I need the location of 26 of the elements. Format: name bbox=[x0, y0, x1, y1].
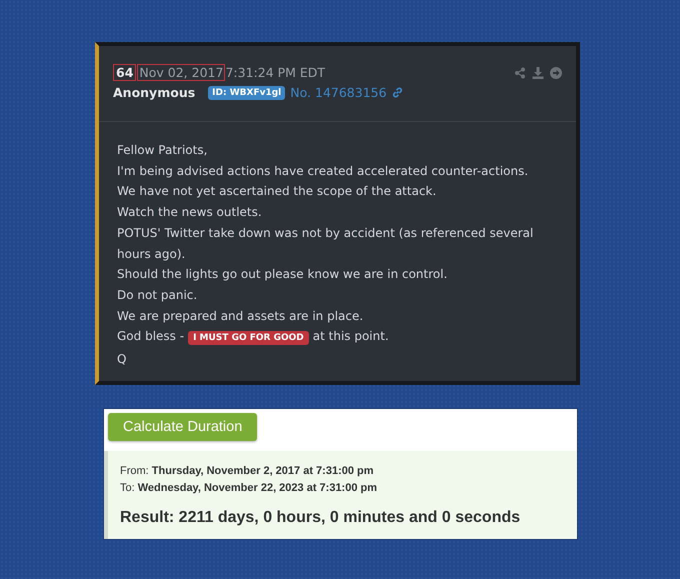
to-date: To: Wednesday, November 22, 2023 at 7:31:00 pm bbox=[120, 481, 378, 496]
post-text-line: We are prepared and assets are in place. bbox=[117, 308, 364, 325]
post-text: at this point. bbox=[312, 329, 389, 344]
id-badge: ID: WBXFv1gl bbox=[208, 86, 286, 100]
author-name: Anonymous bbox=[113, 85, 196, 100]
share-icon[interactable] bbox=[514, 66, 526, 78]
post-text-line: Do not panic. bbox=[117, 286, 198, 304]
from-date: From: Thursday, November 2, 2017 at 7:31:00 pm bbox=[120, 464, 375, 479]
post-number-link[interactable]: No. 147683156 bbox=[290, 85, 387, 100]
post-text-line: We have not yet ascertained the scope of the attack. bbox=[117, 183, 438, 200]
post-time: 7:31:24 PM EDT bbox=[225, 65, 326, 80]
arrow-circle-icon[interactable] bbox=[550, 66, 562, 78]
post-text-line: Q bbox=[117, 351, 128, 368]
download-icon[interactable] bbox=[532, 66, 544, 78]
highlight-tag: I MUST GO FOR GOOD bbox=[188, 331, 309, 346]
calculate-duration-button[interactable]: Calculate Duration bbox=[108, 413, 258, 441]
post-text-line: Should the lights go out please know we are in control. bbox=[117, 266, 448, 284]
post-text-line: POTUS' Twitter take down was not by accident (as referenced several hours ago). bbox=[117, 224, 534, 263]
duration-result: Result: 2211 days, 0 hours, 0 minutes and 0 seconds bbox=[120, 509, 522, 527]
post-number: 64 bbox=[113, 64, 136, 81]
post-text-line: Fellow Patriots, bbox=[117, 142, 208, 159]
post-text-line: I'm being advised actions have created accelerated counter-actions. bbox=[117, 162, 530, 180]
post-text: God bless - bbox=[117, 329, 184, 344]
post-date: Nov 02, 2017 bbox=[137, 64, 226, 81]
post-text-line: Watch the news outlets. bbox=[117, 204, 263, 222]
link-icon[interactable] bbox=[392, 87, 403, 98]
